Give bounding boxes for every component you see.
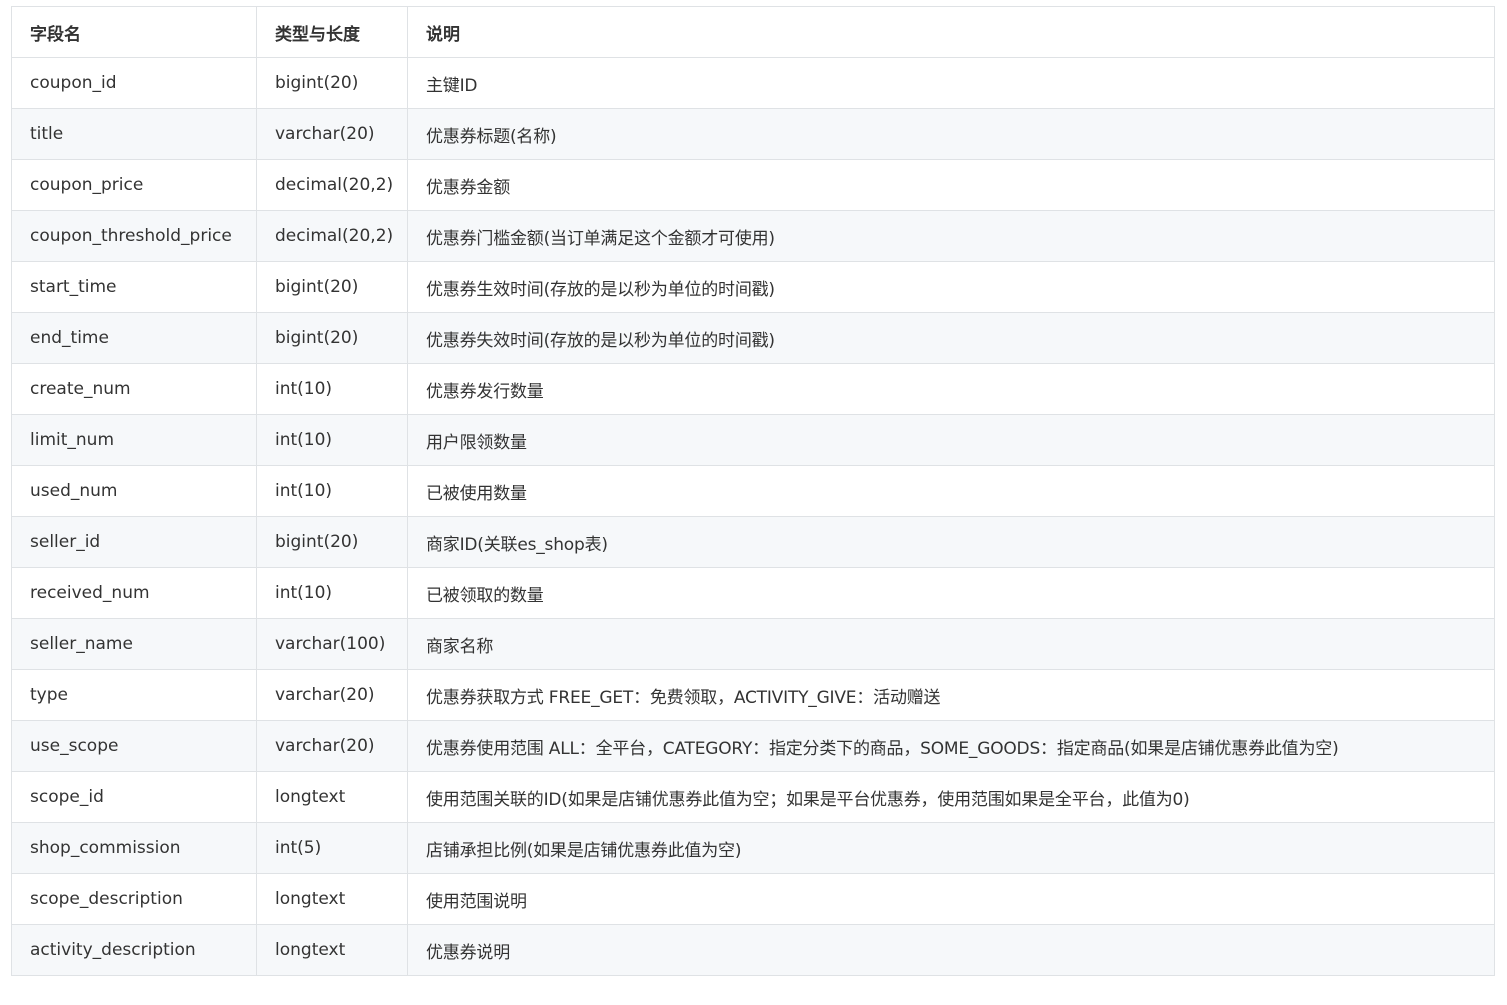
cell-description: 使用范围关联的ID(如果是店铺优惠券此值为空；如果是平台优惠券，使用范围如果是全… [407,771,1495,823]
header-field-name: 字段名 [11,6,257,58]
cell-type-length: int(10) [256,465,408,517]
cell-description: 主键ID [407,57,1495,109]
table-row: used_num int(10) 已被使用数量 [11,465,1495,517]
cell-field-name: use_scope [11,720,257,772]
cell-field-name: scope_id [11,771,257,823]
cell-field-name: start_time [11,261,257,313]
header-description: 说明 [407,6,1495,58]
cell-type-length: int(10) [256,363,408,415]
cell-type-length: int(5) [256,822,408,874]
cell-type-length: bigint(20) [256,261,408,313]
cell-type-length: decimal(20,2) [256,210,408,262]
cell-description: 用户限领数量 [407,414,1495,466]
cell-field-name: limit_num [11,414,257,466]
table-row: create_num int(10) 优惠券发行数量 [11,363,1495,415]
cell-description: 优惠券金额 [407,159,1495,211]
table-row: shop_commission int(5) 店铺承担比例(如果是店铺优惠券此值为空… [11,822,1495,874]
cell-type-length: int(10) [256,567,408,619]
table-row: received_num int(10) 已被领取的数量 [11,567,1495,619]
table-row: type varchar(20) 优惠券获取方式 FREE_GET：免费领取，ACT… [11,669,1495,721]
cell-description: 优惠券标题(名称) [407,108,1495,160]
table-row: title varchar(20) 优惠券标题(名称) [11,108,1495,160]
table-row: scope_id longtext 使用范围关联的ID(如果是店铺优惠券此值为空；如… [11,771,1495,823]
table-row: coupon_id bigint(20) 主键ID [11,57,1495,109]
cell-type-length: varchar(20) [256,108,408,160]
cell-field-name: title [11,108,257,160]
table-row: coupon_price decimal(20,2) 优惠券金额 [11,159,1495,211]
cell-type-length: int(10) [256,414,408,466]
table-row: limit_num int(10) 用户限领数量 [11,414,1495,466]
table-row: start_time bigint(20) 优惠券生效时间(存放的是以秒为单位的时间… [11,261,1495,313]
cell-field-name: seller_name [11,618,257,670]
table-row: coupon_threshold_price decimal(20,2) 优惠券门槛… [11,210,1495,262]
table-row: seller_id bigint(20) 商家ID(关联es_shop表) [11,516,1495,568]
cell-field-name: type [11,669,257,721]
cell-description: 优惠券说明 [407,924,1495,976]
table-row: use_scope varchar(20) 优惠券使用范围 ALL：全平台，CATE… [11,720,1495,772]
cell-description: 优惠券门槛金额(当订单满足这个金额才可使用) [407,210,1495,262]
field-table: 字段名 类型与长度 说明 coupon_id bigint(20) 主键ID titl… [11,6,1495,976]
cell-type-length: varchar(20) [256,669,408,721]
cell-type-length: decimal(20,2) [256,159,408,211]
cell-type-length: varchar(100) [256,618,408,670]
table-row: end_time bigint(20) 优惠券失效时间(存放的是以秒为单位的时间戳) [11,312,1495,364]
table-container: 字段名 类型与长度 说明 coupon_id bigint(20) 主键ID titl… [11,6,1495,976]
cell-field-name: used_num [11,465,257,517]
cell-description: 商家ID(关联es_shop表) [407,516,1495,568]
cell-type-length: longtext [256,873,408,925]
cell-description: 已被领取的数量 [407,567,1495,619]
cell-field-name: end_time [11,312,257,364]
cell-field-name: shop_commission [11,822,257,874]
cell-description: 优惠券失效时间(存放的是以秒为单位的时间戳) [407,312,1495,364]
cell-field-name: create_num [11,363,257,415]
table-header-row: 字段名 类型与长度 说明 [11,6,1495,58]
cell-type-length: bigint(20) [256,57,408,109]
table-row: seller_name varchar(100) 商家名称 [11,618,1495,670]
cell-description: 优惠券发行数量 [407,363,1495,415]
table-row: activity_description longtext 优惠券说明 [11,924,1495,976]
cell-type-length: bigint(20) [256,312,408,364]
cell-type-length: varchar(20) [256,720,408,772]
cell-field-name: activity_description [11,924,257,976]
cell-field-name: coupon_price [11,159,257,211]
cell-type-length: bigint(20) [256,516,408,568]
cell-description: 优惠券生效时间(存放的是以秒为单位的时间戳) [407,261,1495,313]
cell-description: 商家名称 [407,618,1495,670]
cell-field-name: coupon_id [11,57,257,109]
cell-description: 店铺承担比例(如果是店铺优惠券此值为空) [407,822,1495,874]
cell-description: 优惠券使用范围 ALL：全平台，CATEGORY：指定分类下的商品，SOME_G… [407,720,1495,772]
cell-field-name: scope_description [11,873,257,925]
cell-field-name: seller_id [11,516,257,568]
cell-field-name: coupon_threshold_price [11,210,257,262]
cell-type-length: longtext [256,924,408,976]
header-type-length: 类型与长度 [256,6,408,58]
table-body: coupon_id bigint(20) 主键ID title varchar(20) 优… [11,57,1495,976]
cell-type-length: longtext [256,771,408,823]
table-row: scope_description longtext 使用范围说明 [11,873,1495,925]
cell-description: 使用范围说明 [407,873,1495,925]
cell-description: 优惠券获取方式 FREE_GET：免费领取，ACTIVITY_GIVE：活动赠送 [407,669,1495,721]
cell-description: 已被使用数量 [407,465,1495,517]
cell-field-name: received_num [11,567,257,619]
